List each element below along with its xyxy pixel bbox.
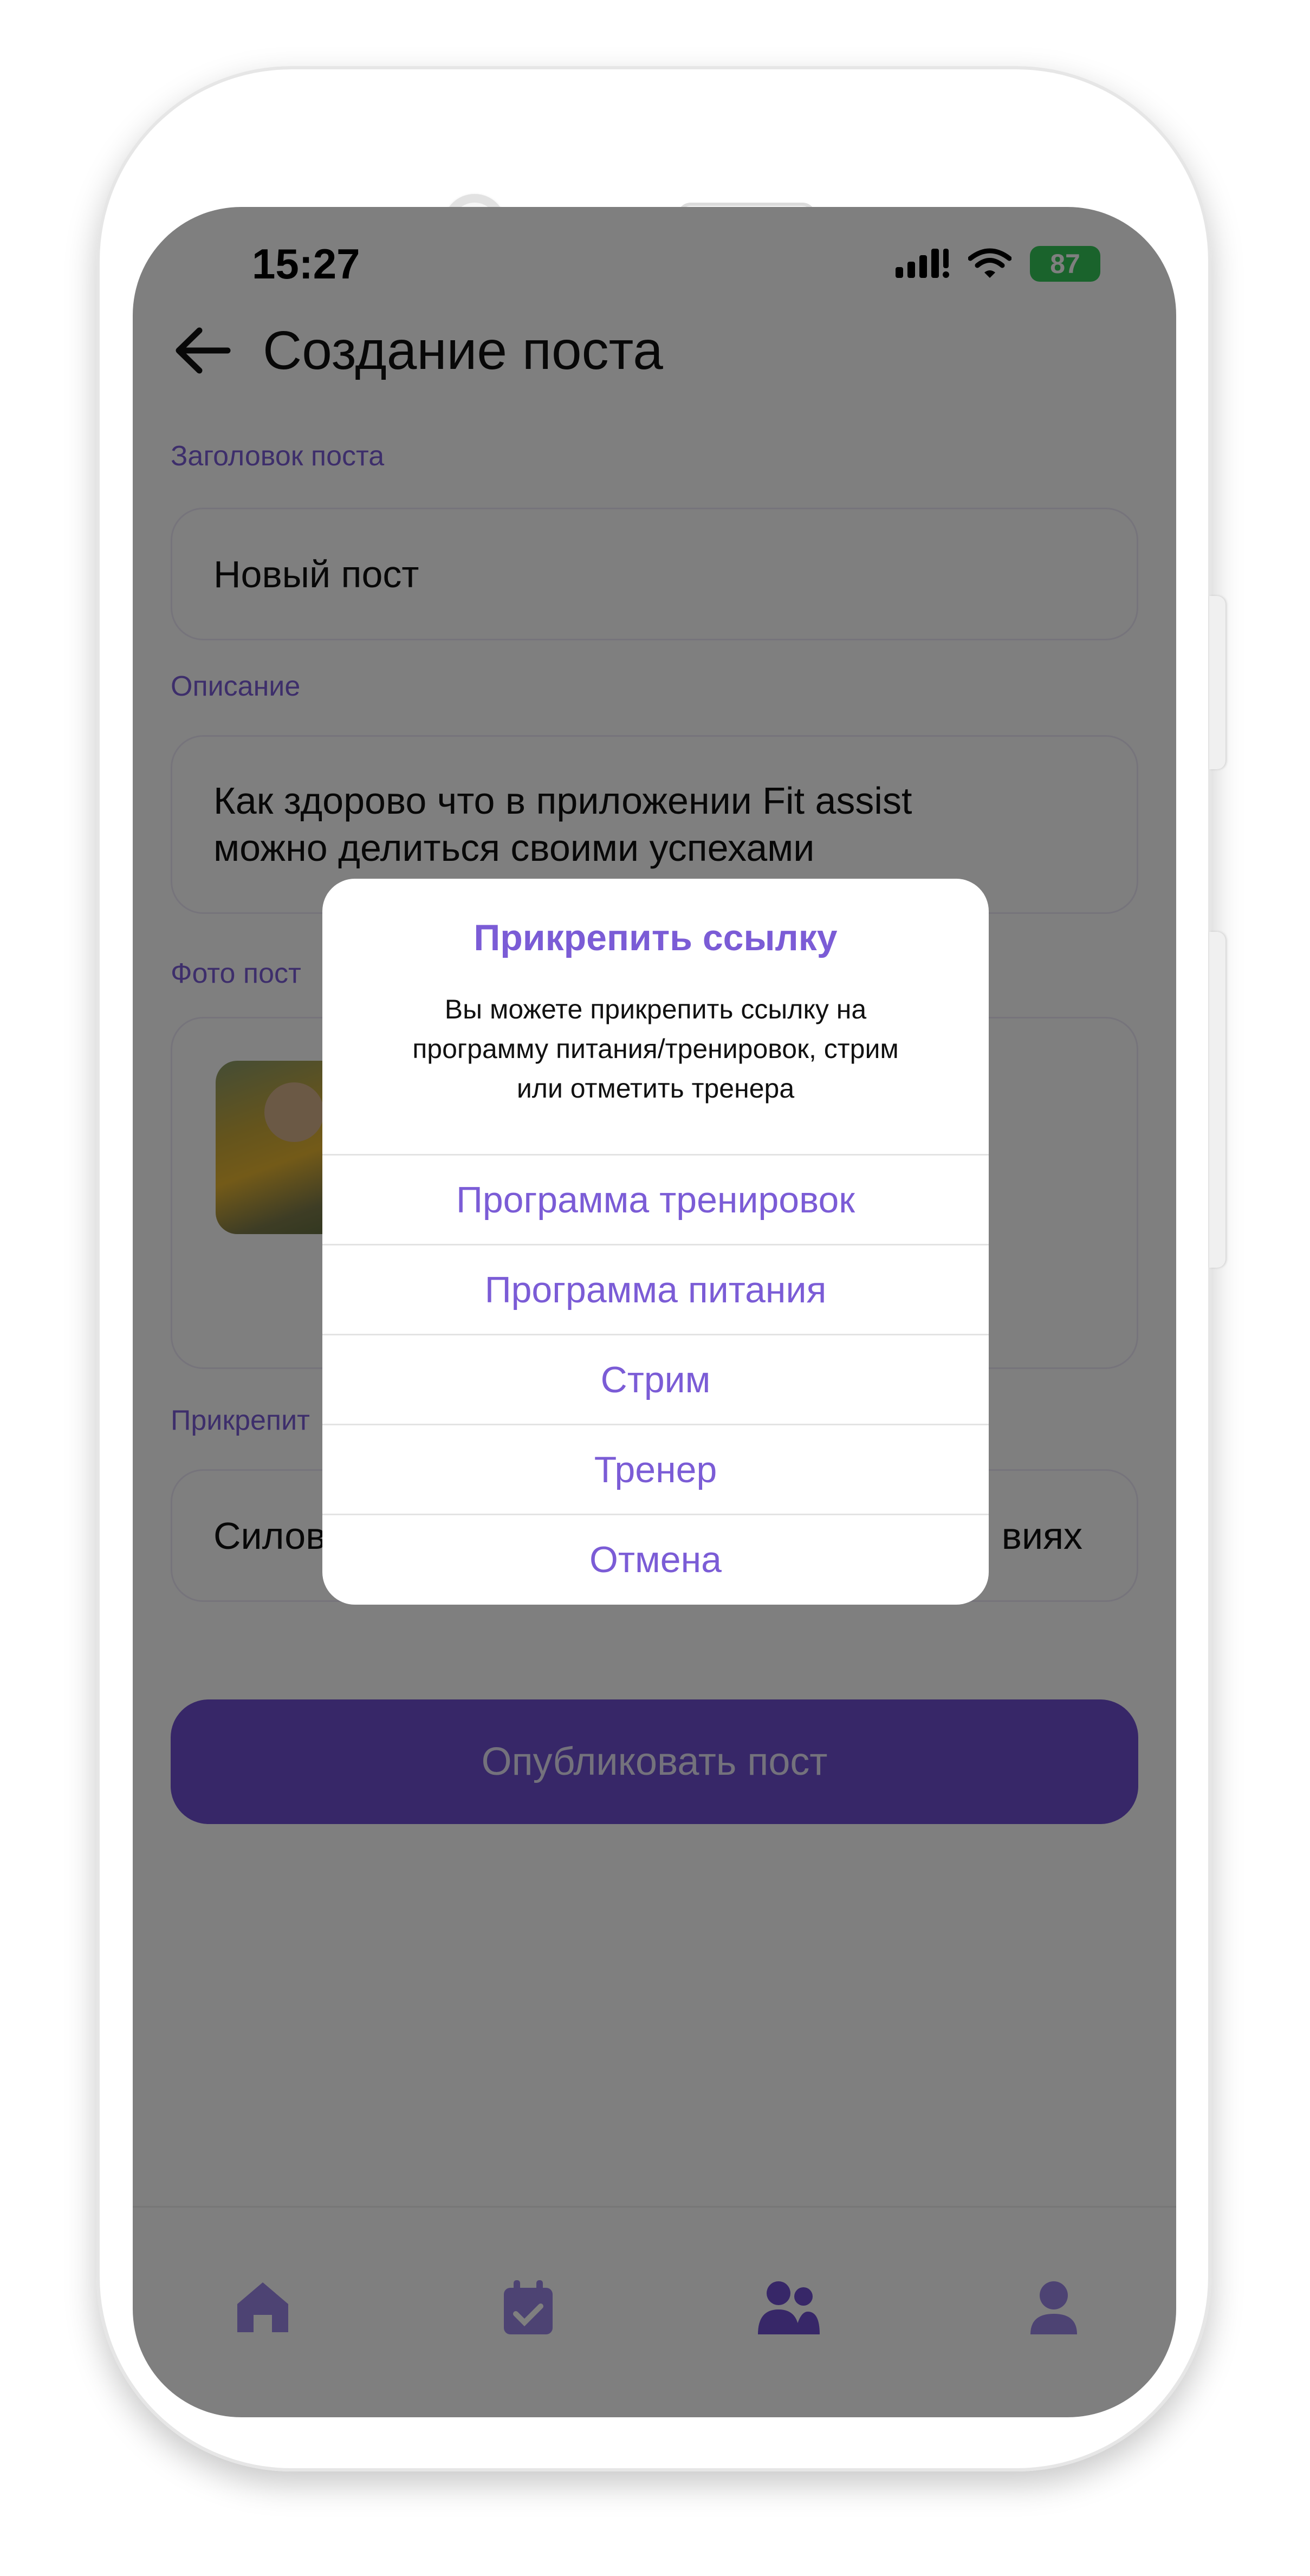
- dialog-message-line-3: или отметить тренера: [516, 1073, 795, 1104]
- option-stream[interactable]: Стрим: [322, 1334, 989, 1424]
- option-trainer[interactable]: Тренер: [322, 1424, 989, 1514]
- attach-link-dialog: Прикрепить ссылку Вы можете прикрепить с…: [322, 879, 989, 1605]
- dialog-message: Вы можете прикрепить ссылку на программу…: [355, 990, 956, 1108]
- dialog-message-line-2: программу питания/тренировок, стрим: [412, 1034, 899, 1064]
- dialog-options: Программа тренировок Программа питания С…: [322, 1154, 989, 1604]
- option-cancel[interactable]: Отмена: [322, 1514, 989, 1604]
- phone-screen: 15:27 87 Создание поста Заголовок поста …: [133, 207, 1176, 2417]
- side-button-bottom: [1209, 932, 1225, 1268]
- option-training-program[interactable]: Программа тренировок: [322, 1154, 989, 1244]
- option-nutrition-program[interactable]: Программа питания: [322, 1244, 989, 1334]
- dialog-message-line-1: Вы можете прикрепить ссылку на: [444, 994, 867, 1024]
- side-button-top: [1209, 596, 1225, 769]
- dialog-title: Прикрепить ссылку: [474, 917, 838, 958]
